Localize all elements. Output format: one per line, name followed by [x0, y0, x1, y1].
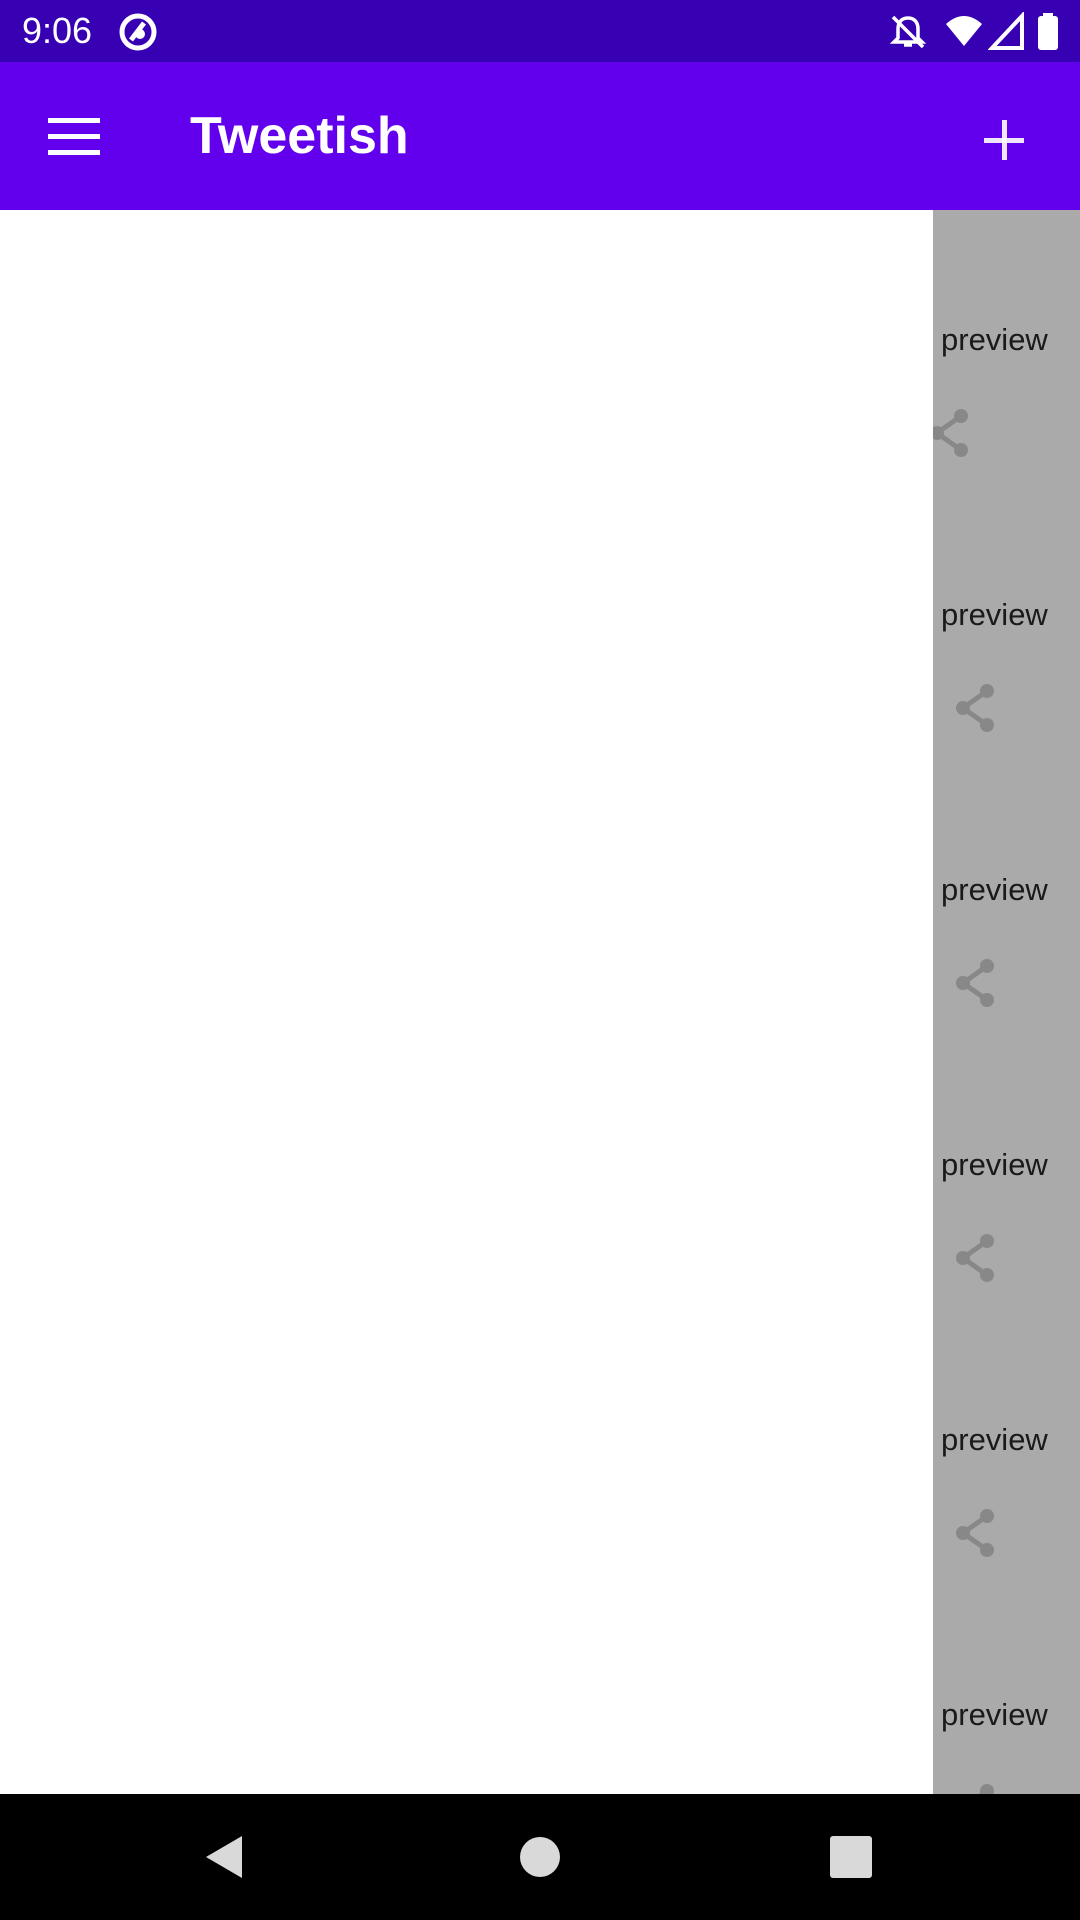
list-item[interactable]: preview [933, 1695, 1080, 1794]
menu-icon [48, 118, 100, 155]
share-icon[interactable] [949, 1231, 1003, 1287]
status-bar: 9:06 [0, 0, 1080, 62]
preview-label: preview [941, 1422, 1048, 1457]
status-time: 9:06 [22, 10, 93, 51]
list-item[interactable]: preview [933, 1420, 1080, 1695]
add-button[interactable] [970, 106, 1040, 176]
preview-label: preview [941, 1697, 1048, 1732]
recents-icon[interactable] [818, 1824, 884, 1890]
cell-signal-icon [987, 10, 1028, 52]
share-icon[interactable] [949, 681, 1003, 737]
back-icon[interactable] [192, 1824, 258, 1890]
battery-icon [1036, 12, 1060, 52]
preview-label: preview [941, 1147, 1048, 1182]
share-icon[interactable] [933, 406, 977, 462]
share-icon[interactable] [949, 1781, 1003, 1794]
drawer-scrim[interactable]: preview preview preview preview preview … [933, 210, 1080, 1794]
share-icon[interactable] [949, 956, 1003, 1012]
content-area: preview preview preview preview preview … [0, 210, 1080, 1794]
home-icon[interactable] [507, 1824, 573, 1890]
preview-label: preview [941, 872, 1048, 907]
share-icon[interactable] [949, 1506, 1003, 1562]
list-item[interactable]: preview [933, 870, 1080, 1145]
wifi-icon [944, 12, 984, 52]
app-notification-icon [118, 12, 158, 52]
navigation-bar [0, 1794, 1080, 1920]
menu-button[interactable] [34, 104, 114, 170]
app-bar: Tweetish [0, 62, 1080, 210]
tweet-list[interactable] [0, 210, 933, 1794]
preview-label: preview [941, 597, 1048, 632]
add-icon [984, 120, 1024, 160]
list-item[interactable]: preview [933, 320, 1080, 595]
app-title: Tweetish [190, 107, 409, 165]
list-item[interactable]: preview [933, 595, 1080, 870]
list-item[interactable]: preview [933, 1145, 1080, 1420]
notifications-off-icon [888, 12, 928, 52]
preview-label: preview [941, 322, 1048, 357]
